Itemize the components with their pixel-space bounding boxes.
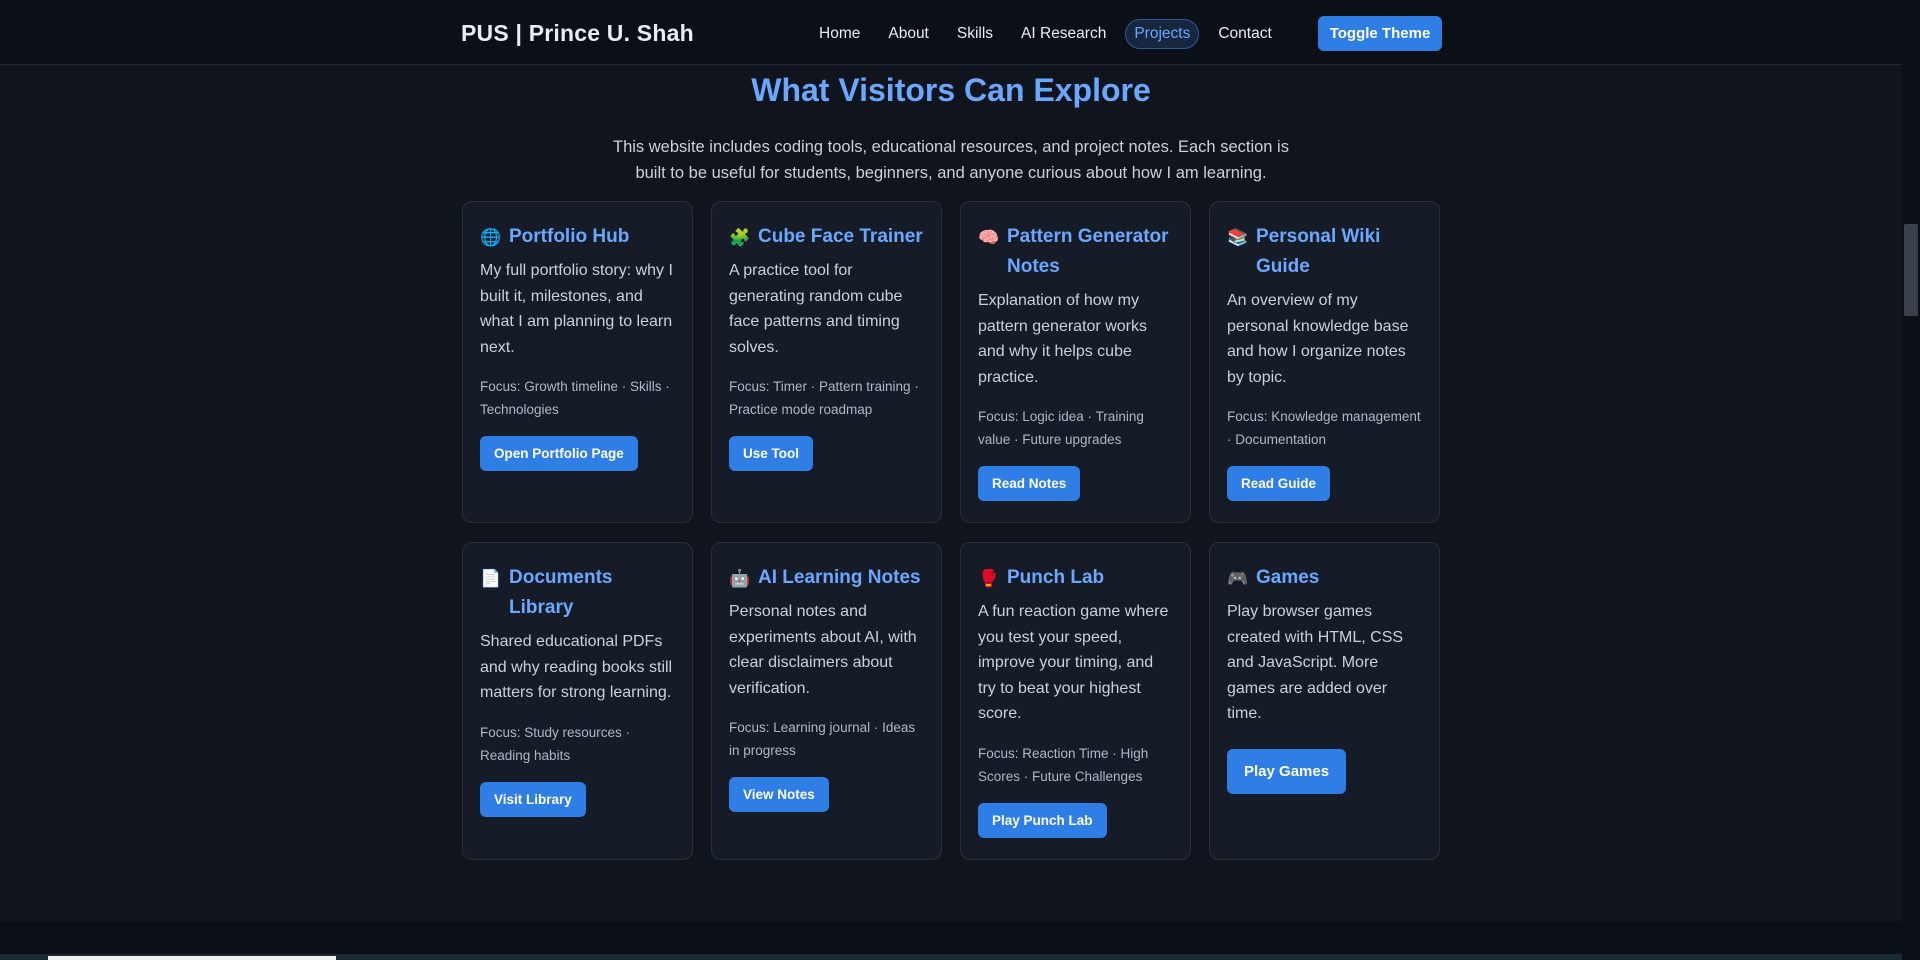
card-description: Shared educational PDFs and why reading …	[480, 633, 673, 701]
bottom-strip-highlight	[48, 956, 336, 960]
boxing-glove-icon: 🥊	[978, 569, 1000, 588]
navbar: PUS | Prince U. Shah Home About Skills A…	[0, 0, 1902, 65]
card-title-text: Documents Library	[509, 567, 613, 618]
card-title[interactable]: 📚 Personal Wiki Guide	[1227, 222, 1422, 282]
card-ai-learning-notes: 🤖 AI Learning Notes Personal notes and e…	[711, 542, 942, 860]
card-title[interactable]: 🧩 Cube Face Trainer	[729, 222, 924, 252]
nav-links: Home About Skills AI Research Projects C…	[810, 18, 1281, 50]
card-games: 🎮 Games Play browser games created with …	[1209, 542, 1440, 860]
puzzle-icon: 🧩	[729, 228, 751, 247]
card-focus: Focus: Knowledge management · Documentat…	[1227, 409, 1421, 447]
use-tool-button[interactable]: Use Tool	[729, 436, 814, 471]
play-games-button[interactable]: Play Games	[1227, 748, 1347, 794]
card-focus: Focus: Logic idea · Training value · Fut…	[978, 409, 1144, 447]
card-documents-library: 📄 Documents Library Shared educational P…	[462, 542, 693, 860]
view-notes-button[interactable]: View Notes	[729, 777, 829, 812]
visit-library-button[interactable]: Visit Library	[480, 781, 586, 817]
card-title-text: Pattern Generator Notes	[1007, 226, 1169, 277]
nav-link-skills[interactable]: Skills	[948, 19, 1002, 49]
card-title-text: AI Learning Notes	[758, 567, 921, 588]
read-guide-button[interactable]: Read Guide	[1227, 466, 1331, 501]
card-title-text: Cube Face Trainer	[758, 226, 923, 247]
play-punch-lab-button[interactable]: Play Punch Lab	[978, 802, 1107, 838]
nav-link-home[interactable]: Home	[810, 19, 869, 49]
card-punch-lab: 🥊 Punch Lab A fun reaction game where yo…	[960, 542, 1191, 860]
card-title[interactable]: 🧠 Pattern Generator Notes	[978, 222, 1173, 282]
card-description: Play browser games created with HTML, CS…	[1227, 603, 1404, 722]
card-focus: Focus: Reaction Time · High Scores · Fut…	[978, 745, 1149, 784]
toggle-theme-button[interactable]: Toggle Theme	[1318, 16, 1442, 51]
robot-icon: 🤖	[729, 569, 751, 588]
card-pattern-generator-notes: 🧠 Pattern Generator Notes Explanation of…	[960, 201, 1191, 523]
globe-icon: 🌐	[480, 228, 502, 247]
page: PUS | Prince U. Shah Home About Skills A…	[0, 0, 1920, 960]
read-notes-button[interactable]: Read Notes	[978, 466, 1081, 501]
card-title[interactable]: 🎮 Games	[1227, 563, 1422, 593]
card-focus: Focus: Growth timeline · Skills · Techno…	[480, 379, 670, 417]
nav-link-ai-research[interactable]: AI Research	[1012, 19, 1115, 49]
card-focus: Focus: Study resources · Reading habits	[480, 724, 631, 763]
section-description: This website includes coding tools, educ…	[613, 138, 1289, 182]
card-title[interactable]: 📄 Documents Library	[480, 563, 675, 623]
card-focus: Focus: Timer · Pattern training · Practi…	[729, 379, 919, 417]
books-icon: 📚	[1227, 228, 1249, 247]
card-title-text: Games	[1256, 567, 1320, 588]
nav-link-projects[interactable]: Projects	[1125, 19, 1200, 49]
card-title[interactable]: 🤖 AI Learning Notes	[729, 563, 924, 593]
open-portfolio-page-button[interactable]: Open Portfolio Page	[480, 436, 638, 471]
card-title[interactable]: 🥊 Punch Lab	[978, 563, 1173, 593]
card-cube-face-trainer: 🧩 Cube Face Trainer A practice tool for …	[711, 201, 942, 523]
card-description: My full portfolio story: why I built it,…	[480, 262, 673, 356]
nav-link-contact[interactable]: Contact	[1209, 19, 1280, 49]
card-personal-wiki-guide: 📚 Personal Wiki Guide An overview of my …	[1209, 201, 1440, 523]
brain-icon: 🧠	[978, 228, 1000, 247]
site-brand[interactable]: PUS | Prince U. Shah	[461, 20, 694, 47]
card-title[interactable]: 🌐 Portfolio Hub	[480, 222, 675, 252]
gamepad-icon: 🎮	[1227, 569, 1249, 588]
card-description: An overview of my personal knowledge bas…	[1227, 292, 1409, 386]
card-description: Personal notes and experiments about AI,…	[729, 603, 917, 697]
card-title-text: Portfolio Hub	[509, 226, 630, 247]
nav-link-about[interactable]: About	[879, 19, 938, 49]
card-description: A fun reaction game where you test your …	[978, 603, 1169, 722]
document-icon: 📄	[480, 569, 502, 588]
scrollbar-track[interactable]	[1902, 0, 1920, 960]
section-title: What Visitors Can Explore	[751, 72, 1151, 108]
card-description: Explanation of how my pattern generator …	[978, 292, 1147, 386]
card-portfolio-hub: 🌐 Portfolio Hub My full portfolio story:…	[462, 201, 693, 523]
scrollbar-thumb[interactable]	[1904, 224, 1918, 316]
card-description: A practice tool for generating random cu…	[729, 262, 903, 356]
card-title-text: Punch Lab	[1007, 567, 1105, 588]
card-focus: Focus: Learning journal · Ideas in progr…	[729, 720, 916, 758]
card-title-text: Personal Wiki Guide	[1256, 226, 1381, 277]
